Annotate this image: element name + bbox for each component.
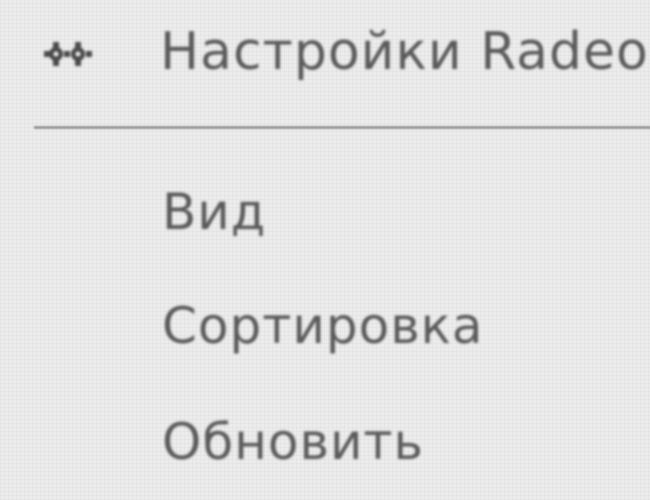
menu-item-view[interactable]: Вид: [0, 172, 650, 252]
menu-item-refresh[interactable]: Обновить: [0, 402, 650, 482]
menu-item-label: Вид: [162, 183, 267, 241]
menu-separator: [34, 126, 650, 129]
radeon-gear-icon: [38, 34, 102, 74]
menu-item-radeon-settings[interactable]: Настройки Radeon: [0, 12, 650, 92]
menu-item-label: Сортировка: [162, 297, 484, 355]
context-menu: Настройки Radeon Вид Сортировка Обновить: [0, 0, 650, 500]
menu-item-label: Настройки Radeon: [160, 22, 650, 82]
menu-item-label: Обновить: [162, 413, 425, 471]
menu-item-sort[interactable]: Сортировка: [0, 286, 650, 366]
